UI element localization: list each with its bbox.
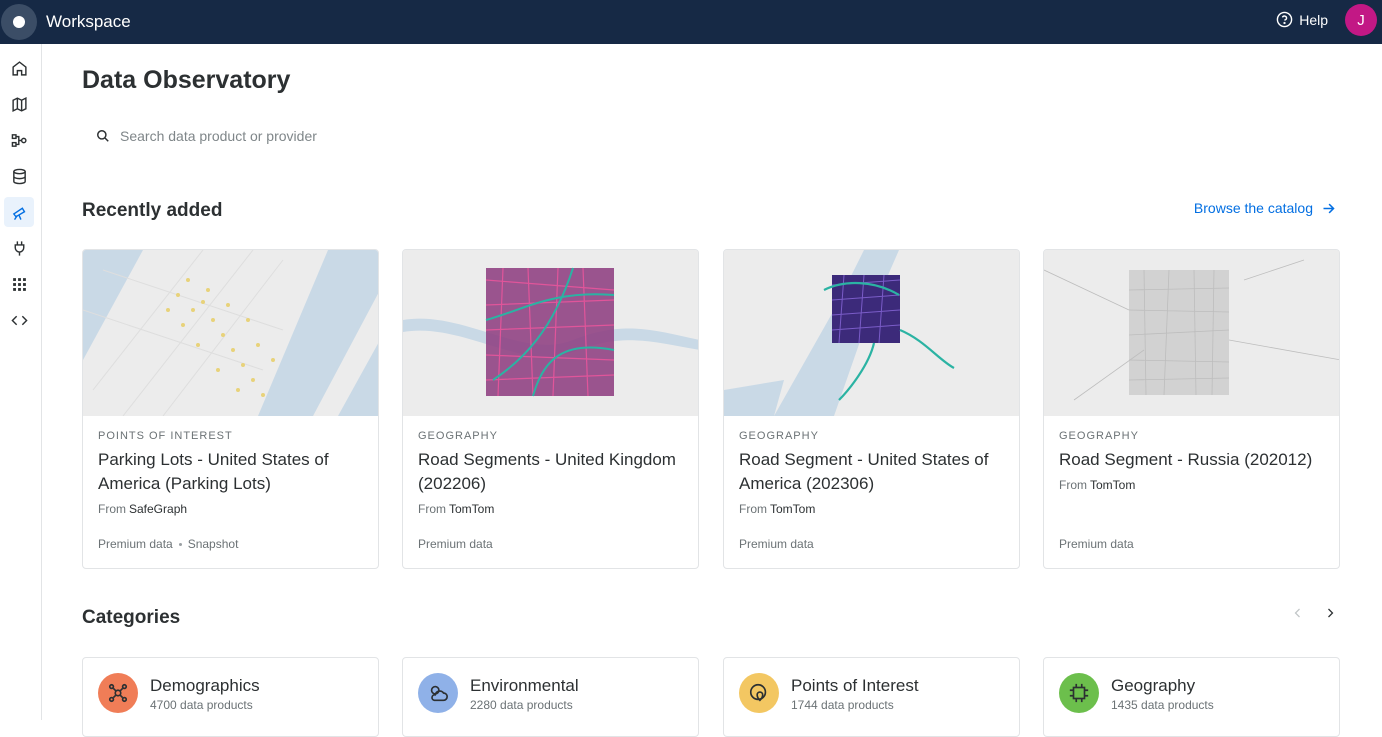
dataset-preview-map [724,250,1019,416]
card-provider-line: From TomTom [1059,478,1324,492]
search-bar [82,118,582,154]
nav-connections[interactable] [4,233,34,263]
search-input[interactable] [120,128,520,144]
card-provider-line: From TomTom [418,502,683,516]
card-tags: Premium data [1059,537,1134,551]
logo-dot-icon [13,16,25,28]
workflows-icon [11,133,27,147]
search-icon [97,130,109,142]
dataset-card[interactable]: GEOGRAPHY Road Segment - United States o… [723,249,1020,569]
category-count: 4700 data products [150,698,253,712]
category-carousel-controls [1292,607,1336,619]
card-tag: Premium data [418,537,493,551]
plug-icon [14,240,24,256]
card-title: Road Segments - United Kingdom (202206) [418,450,676,493]
environmental-icon [418,673,458,713]
category-count: 2280 data products [470,698,573,712]
category-card-geography[interactable]: Geography 1435 data products [1043,657,1340,737]
nav-data-explorer[interactable] [4,161,34,191]
nav-developers[interactable] [4,305,34,335]
category-name: Points of Interest [791,676,919,695]
chevron-right-icon[interactable] [1324,607,1336,619]
card-tag: Snapshot [187,537,239,551]
card-from-label: From [739,502,767,516]
card-provider: TomTom [1090,478,1136,492]
help-label: Help [1299,11,1328,28]
top-bar: Workspace Help J [0,0,1382,44]
home-icon [11,60,27,76]
category-name: Demographics [150,676,260,695]
dataset-preview-map [83,250,378,416]
nav-workflows[interactable] [4,125,34,155]
card-category: POINTS OF INTEREST [98,430,233,442]
workspace-logo[interactable] [1,4,37,40]
demographics-icon [98,673,138,713]
nav-home[interactable] [4,53,34,83]
map-icon [11,96,27,112]
card-from-label: From [418,502,446,516]
categories-heading: Categories [82,607,181,628]
help-circle-icon [1276,11,1293,28]
card-title: Road Segment - Russia (202012) [1059,450,1313,469]
card-tag: Premium data [1059,537,1134,551]
dataset-preview-map [1044,250,1339,416]
user-avatar[interactable]: J [1345,4,1377,36]
geography-icon [1059,673,1099,713]
dataset-card[interactable]: GEOGRAPHY Road Segment - Russia (202012)… [1043,249,1340,569]
card-provider-line: From SafeGraph [98,502,363,516]
poi-icon [739,673,779,713]
nav-applications[interactable] [4,269,34,299]
app-title: Workspace [46,12,131,31]
browse-catalog-label: Browse the catalog [1193,200,1313,216]
map-thumbnail-russia-roads [1044,250,1339,416]
map-thumbnail-parking [83,250,378,416]
category-name: Geography [1111,676,1196,695]
card-tag: Premium data [739,537,814,551]
category-card-demographics[interactable]: Demographics 4700 data products [82,657,379,737]
card-provider: SafeGraph [129,502,188,516]
arrow-right-icon [1323,203,1335,213]
map-thumbnail-us-roads [724,250,1019,416]
chevron-left-icon[interactable] [1292,607,1304,619]
card-tags: Premium data Snapshot [98,537,238,551]
category-count: 1744 data products [791,698,894,712]
card-title: Road Segment - United States of America … [739,450,989,493]
card-from-label: From [98,502,126,516]
card-tag: Premium data [98,537,173,551]
card-provider: TomTom [449,502,495,516]
card-tags: Premium data [418,537,493,551]
nav-maps[interactable] [4,89,34,119]
browse-catalog-link[interactable]: Browse the catalog [1194,200,1336,216]
card-tags: Premium data [739,537,814,551]
card-title: Parking Lots - United States of America … [98,450,329,493]
map-thumbnail-uk-roads [403,250,698,416]
card-provider: TomTom [770,502,816,516]
help-button[interactable]: Help [1276,11,1328,28]
dataset-preview-map [403,250,698,416]
card-category: GEOGRAPHY [739,430,819,442]
category-card-points-of-interest[interactable]: Points of Interest 1744 data products [723,657,1020,737]
database-icon [12,168,26,184]
apps-grid-icon [12,277,26,291]
nav-data-observatory[interactable] [4,197,34,227]
telescope-icon [12,206,25,220]
main-content: Data Observatory Recently added Browse t… [42,44,1382,737]
card-category: GEOGRAPHY [418,430,498,442]
page-title: Data Observatory [82,66,291,94]
category-name: Environmental [470,676,579,695]
tag-separator [178,542,182,546]
category-card-environmental[interactable]: Environmental 2280 data products [402,657,699,737]
dataset-card[interactable]: POINTS OF INTEREST Parking Lots - United… [82,249,379,569]
card-category: GEOGRAPHY [1059,430,1139,442]
category-count: 1435 data products [1111,698,1214,712]
side-navigation [0,44,42,720]
card-provider-line: From TomTom [739,502,1004,516]
code-icon [10,315,28,325]
card-from-label: From [1059,478,1087,492]
dataset-card[interactable]: GEOGRAPHY Road Segments - United Kingdom… [402,249,699,569]
recently-added-heading: Recently added [82,200,223,221]
